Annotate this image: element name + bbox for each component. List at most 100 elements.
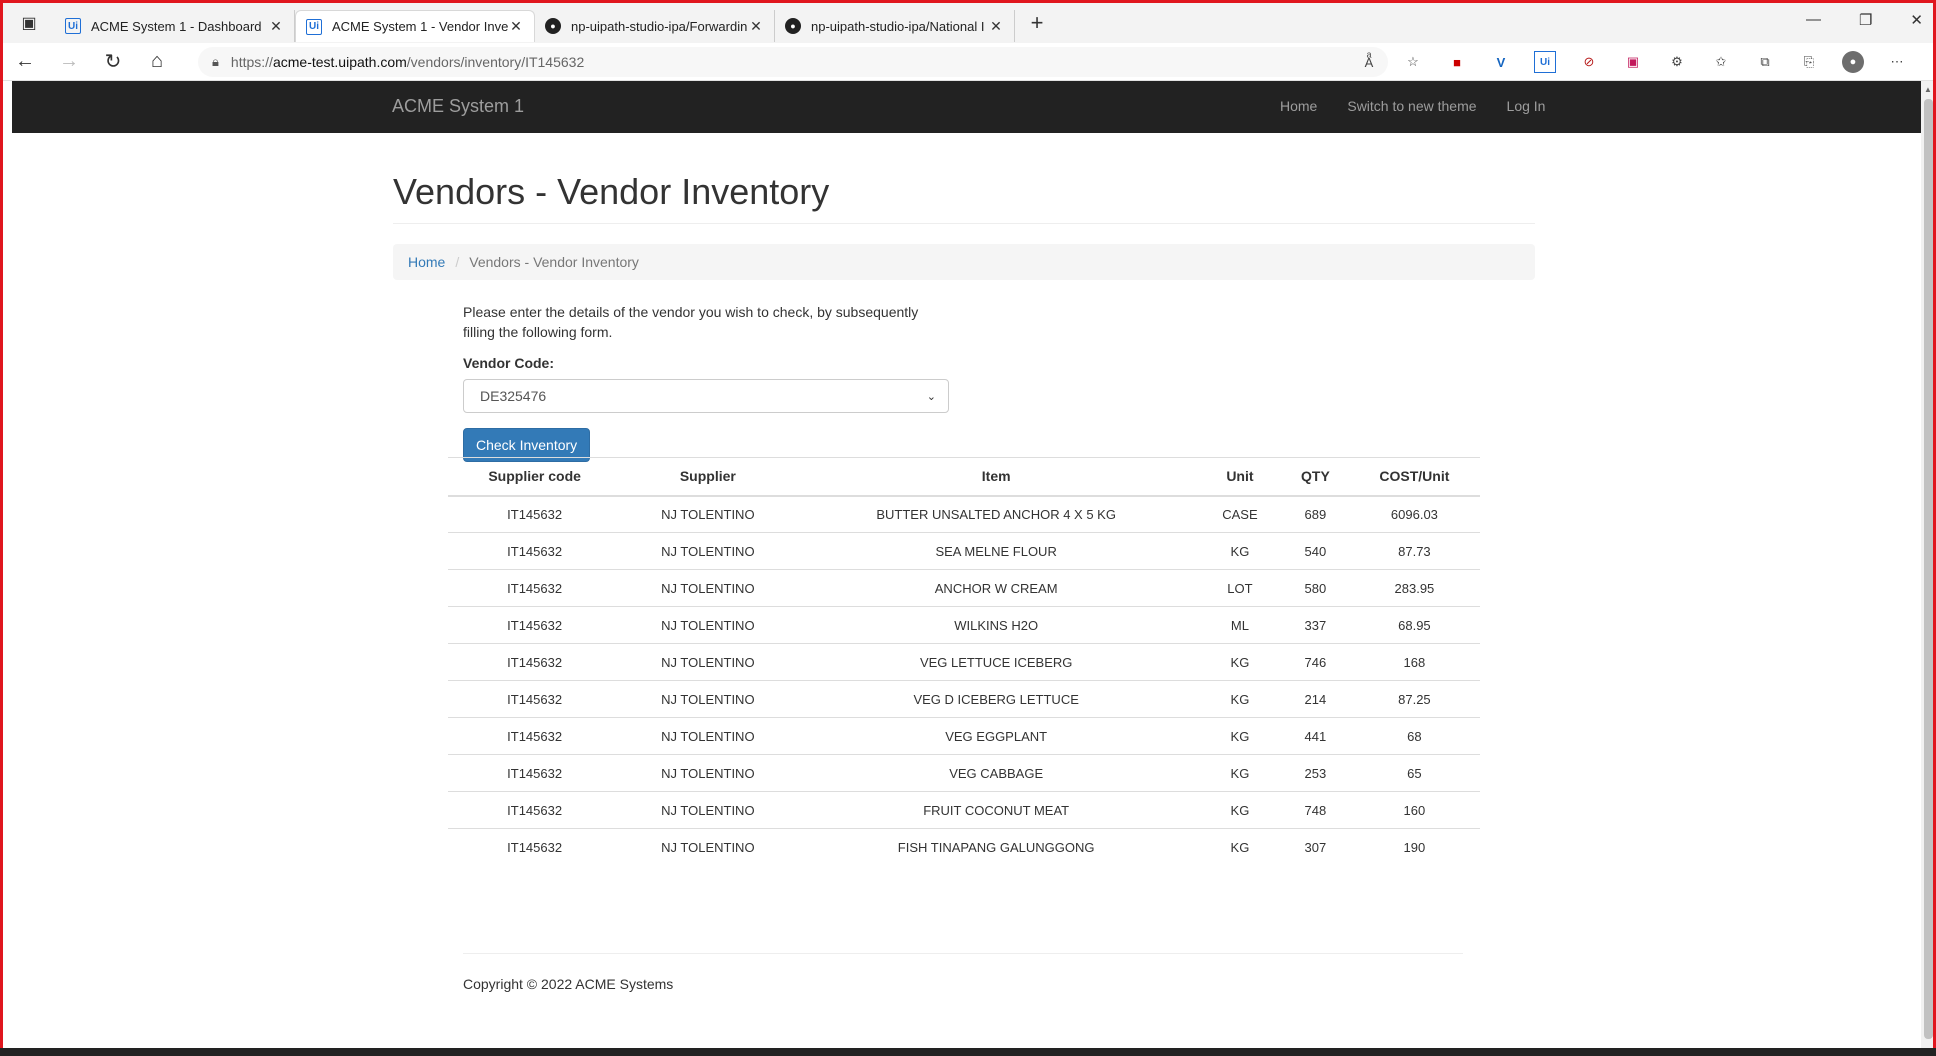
tab-title: np-uipath-studio-ipa/Forwardin — [571, 18, 748, 34]
browser-tab[interactable]: ● np-uipath-studio-ipa/National I ✕ — [775, 10, 1015, 42]
table-cell: VEG EGGPLANT — [794, 717, 1198, 755]
column-header: Item — [794, 457, 1198, 497]
more-menu-icon[interactable]: ⋯ — [1886, 51, 1908, 73]
breadcrumb-home-link[interactable]: Home — [408, 254, 445, 270]
forward-icon[interactable]: → — [47, 50, 91, 73]
site-brand[interactable]: ACME System 1 — [392, 96, 524, 117]
table-cell: IT145632 — [448, 532, 622, 570]
nav-home-link[interactable]: Home — [1280, 98, 1317, 114]
table-cell: 748 — [1282, 791, 1349, 829]
table-row: IT145632 NJ TOLENTINO FISH TINAPANG GALUNG… — [448, 828, 1480, 866]
table-cell: IT145632 — [448, 680, 622, 718]
scrollbar-thumb[interactable] — [1924, 99, 1933, 1039]
table-cell: 87.73 — [1348, 532, 1480, 570]
add-favorite-icon[interactable]: ☆ — [1402, 51, 1424, 73]
table-row: IT145632 NJ TOLENTINO FRUIT COCONUT MEAT KG… — [448, 791, 1480, 829]
nav-login-link[interactable]: Log In — [1507, 98, 1546, 114]
close-window-icon[interactable]: ✕ — [1910, 11, 1923, 29]
table-row: IT145632 NJ TOLENTINO BUTTER UNSALTED ANCH… — [448, 495, 1480, 533]
url-prefix: https:// — [230, 54, 273, 70]
url-path: /vendors/inventory/IT145632 — [406, 54, 585, 70]
table-cell: IT145632 — [448, 643, 622, 681]
column-header: Supplier — [621, 457, 795, 497]
table-cell: IT145632 — [448, 495, 622, 533]
table-cell: 68.95 — [1348, 606, 1480, 644]
avatar-icon[interactable]: ● — [1842, 51, 1864, 73]
table-row: IT145632 NJ TOLENTINO VEG CABBAGE KG 253 65 — [448, 754, 1480, 792]
table-cell: KG — [1197, 680, 1282, 718]
tab-actions-icon[interactable]: ▣ — [3, 3, 55, 43]
extension-v-icon[interactable]: V — [1490, 51, 1512, 73]
minimize-icon[interactable]: — — [1806, 11, 1821, 29]
table-cell: NJ TOLENTINO — [621, 754, 795, 792]
breadcrumb-current: Vendors - Vendor Inventory — [469, 254, 639, 270]
table-cell: NJ TOLENTINO — [621, 717, 795, 755]
browser-tab[interactable]: ● np-uipath-studio-ipa/Forwardin ✕ — [535, 10, 775, 42]
table-cell: ANCHOR W CREAM — [794, 569, 1198, 607]
back-icon[interactable]: ← — [3, 50, 47, 73]
table-cell: 746 — [1282, 643, 1349, 681]
table-cell: NJ TOLENTINO — [621, 643, 795, 681]
table-cell: FRUIT COCONUT MEAT — [794, 791, 1198, 829]
main-content: Vendors - Vendor Inventory Home / Vendor… — [393, 133, 1535, 992]
favorites-icon[interactable]: ✩ — [1710, 51, 1732, 73]
table-cell: 337 — [1282, 606, 1349, 644]
table-cell: SEA MELNE FLOUR — [794, 532, 1198, 570]
vertical-scrollbar[interactable]: ▲ ▼ — [1921, 81, 1933, 1056]
collections-icon[interactable]: ⧉ — [1754, 51, 1776, 73]
table-cell: NJ TOLENTINO — [621, 680, 795, 718]
table-cell: FISH TINAPANG GALUNGGONG — [794, 828, 1198, 866]
browser-window: ▣ Ui ACME System 1 - Dashboard ✕ Ui ACME Sys… — [0, 0, 1936, 1056]
url-field[interactable]: 🔒︎ https://acme-test.uipath.com/vendors/… — [198, 47, 1388, 77]
table-cell: 283.95 — [1348, 569, 1480, 607]
browser-tab[interactable]: Ui ACME System 1 - Dashboard ✕ — [55, 10, 295, 42]
table-cell: 253 — [1282, 754, 1349, 792]
extension-flag-icon[interactable]: ▣ — [1622, 51, 1644, 73]
vendor-code-select[interactable]: DE325476 ⌄ — [463, 379, 949, 413]
site-nav-links: Home Switch to new theme Log In — [1280, 98, 1545, 114]
tab-title: ACME System 1 - Vendor Invento — [332, 19, 508, 34]
table-cell: 214 — [1282, 680, 1349, 718]
table-cell: NJ TOLENTINO — [621, 532, 795, 570]
table-cell: KG — [1197, 643, 1282, 681]
refresh-icon[interactable]: ↻ — [91, 49, 135, 74]
browser-tab[interactable]: Ui ACME System 1 - Vendor Invento ✕ — [295, 10, 535, 42]
column-header: Unit — [1197, 457, 1282, 497]
page-footer: Copyright © 2022 ACME Systems — [463, 953, 1463, 992]
table-cell: ML — [1197, 606, 1282, 644]
table-row: IT145632 NJ TOLENTINO VEG LETTUCE ICEBERG K… — [448, 643, 1480, 681]
extensions-icon[interactable]: ⚙ — [1666, 51, 1688, 73]
close-tab-icon[interactable]: ✕ — [508, 18, 524, 35]
read-aloud-icon[interactable]: Aͣ — [1358, 51, 1380, 73]
scroll-up-icon[interactable]: ▲ — [1924, 85, 1932, 94]
extension-uipath-icon[interactable]: Ui — [1534, 51, 1556, 73]
table-cell: VEG D ICEBERG LETTUCE — [794, 680, 1198, 718]
column-header: COST/Unit — [1348, 457, 1480, 497]
table-cell: VEG CABBAGE — [794, 754, 1198, 792]
table-cell: NJ TOLENTINO — [621, 606, 795, 644]
close-tab-icon[interactable]: ✕ — [268, 18, 284, 35]
table-cell: WILKINS H2O — [794, 606, 1198, 644]
extension-shield-icon[interactable]: ■ — [1446, 51, 1468, 73]
table-cell: 441 — [1282, 717, 1349, 755]
profile-sync-icon[interactable]: ⎘ — [1798, 51, 1820, 73]
extension-toolbar: Aͣ ☆ ■ V Ui ⊘ ▣ ⚙ ✩ ⧉ ⎘ ● ⋯ — [1358, 51, 1908, 73]
table-cell: 68 — [1348, 717, 1480, 755]
table-cell: IT145632 — [448, 754, 622, 792]
home-icon[interactable]: ⌂ — [135, 50, 179, 73]
new-tab-button[interactable]: + — [1019, 10, 1055, 36]
close-tab-icon[interactable]: ✕ — [988, 18, 1004, 35]
table-cell: KG — [1197, 828, 1282, 866]
close-tab-icon[interactable]: ✕ — [748, 18, 764, 35]
uipath-icon: Ui — [306, 18, 322, 35]
table-cell: NJ TOLENTINO — [621, 828, 795, 866]
restore-icon[interactable]: ❐ — [1859, 11, 1872, 29]
vendor-form: Please enter the details of the vendor y… — [463, 302, 1535, 462]
table-cell: 540 — [1282, 532, 1349, 570]
page-title: Vendors - Vendor Inventory — [393, 171, 1535, 224]
nav-switch-theme-link[interactable]: Switch to new theme — [1347, 98, 1476, 114]
table-cell: NJ TOLENTINO — [621, 791, 795, 829]
table-cell: IT145632 — [448, 791, 622, 829]
table-cell: NJ TOLENTINO — [621, 495, 795, 533]
extension-circle-icon[interactable]: ⊘ — [1578, 51, 1600, 73]
